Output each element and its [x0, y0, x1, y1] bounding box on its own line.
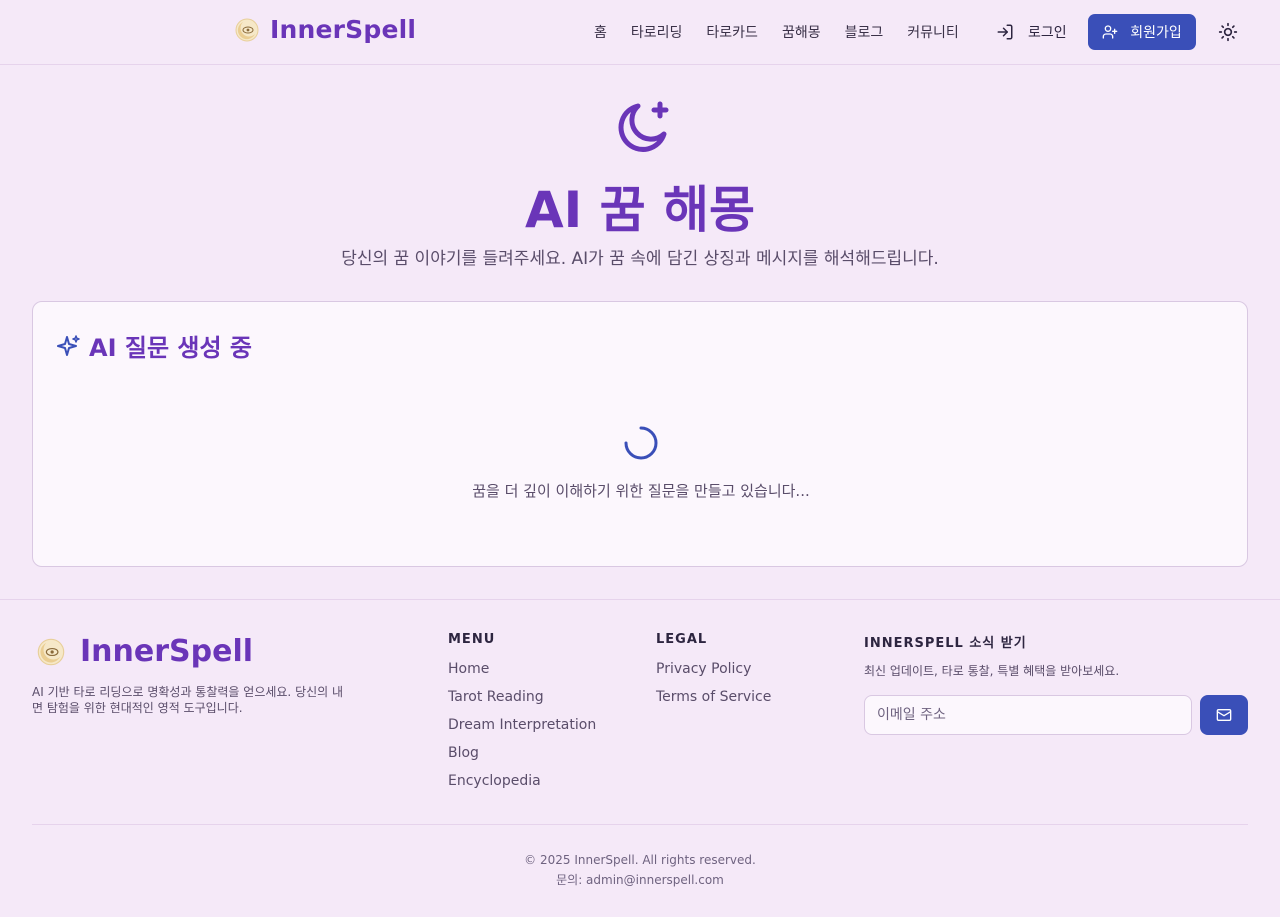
footer-legal: LEGAL Privacy Policy Terms of Service: [656, 632, 771, 715]
card-header: AI 질문 생성 중: [57, 328, 252, 363]
footer-link-home[interactable]: Home: [448, 659, 596, 687]
login-button[interactable]: 로그인: [996, 22, 1067, 42]
signup-label: 회원가입: [1130, 25, 1182, 41]
login-icon: [997, 24, 1013, 40]
footer-bottom-divider: [32, 824, 1248, 825]
brand-logo-icon: [235, 18, 259, 41]
newsletter: INNERSPELL 소식 받기 최신 업데이트, 타로 통찰, 특별 혜택을 …: [864, 632, 1248, 735]
page-subtitle: 당신의 꿈 이야기를 들려주세요. AI가 꿈 속에 담긴 상징과 메시지를 해…: [341, 249, 939, 269]
signup-button[interactable]: 회원가입: [1088, 14, 1196, 50]
main-nav: 홈 타로리딩 타로카드 꿈해몽 블로그 커뮤니티: [594, 22, 959, 42]
sun-icon[interactable]: [1218, 22, 1238, 42]
footer-link-encyclopedia[interactable]: Encyclopedia: [448, 771, 596, 799]
contact-email[interactable]: 문의: admin@innerspell.com: [0, 870, 1280, 890]
nav-item-tarot-cards[interactable]: 타로카드: [706, 22, 758, 42]
question-generation-card: AI 질문 생성 중 꿈을 더 깊이 이해하기 위한 질문을 만들고 있습니다.…: [32, 301, 1248, 567]
brand-name: InnerSpell: [270, 15, 417, 44]
footer-legal-heading: LEGAL: [656, 632, 708, 647]
sparkles-icon: [57, 334, 80, 356]
nav-item-community[interactable]: 커뮤니티: [907, 22, 959, 42]
footer-link-blog[interactable]: Blog: [448, 743, 596, 771]
footer-link-privacy[interactable]: Privacy Policy: [656, 659, 771, 687]
footer-menu: MENU Home Tarot Reading Dream Interpreta…: [448, 632, 596, 799]
mail-icon: [1216, 709, 1232, 721]
newsletter-text: 최신 업데이트, 타로 통찰, 특별 혜택을 받아보세요.: [864, 664, 1120, 678]
nav-item-tarot-reading[interactable]: 타로리딩: [631, 22, 683, 42]
copyright-text: © 2025 InnerSpell. All rights reserved.: [524, 853, 756, 867]
card-title: AI 질문 생성 중: [89, 334, 252, 362]
email-input[interactable]: [864, 695, 1192, 735]
footer-bottom: © 2025 InnerSpell. All rights reserved. …: [0, 850, 1280, 890]
nav-item-home[interactable]: 홈: [594, 22, 607, 42]
page-title: AI 꿈 해몽: [524, 181, 756, 239]
subscribe-button[interactable]: [1200, 695, 1248, 735]
login-label: 로그인: [1028, 25, 1067, 41]
footer-menu-heading: MENU: [448, 632, 496, 647]
nav-item-blog[interactable]: 블로그: [845, 22, 884, 42]
footer-brand-name: InnerSpell: [80, 634, 254, 669]
footer-link-terms[interactable]: Terms of Service: [656, 687, 771, 715]
brand-link[interactable]: InnerSpell: [234, 15, 416, 44]
footer-brand[interactable]: InnerSpell: [36, 634, 253, 669]
footer-divider: [0, 599, 1280, 600]
user-plus-icon: [1102, 25, 1118, 39]
moon-star-icon: [618, 101, 669, 152]
spinner-icon: [624, 426, 658, 460]
site-header: InnerSpell 홈 타로리딩 타로카드 꿈해몽 블로그 커뮤니티 로그인 …: [0, 0, 1280, 65]
newsletter-form: [864, 695, 1248, 735]
nav-item-dream[interactable]: 꿈해몽: [782, 22, 821, 42]
newsletter-heading: INNERSPELL 소식 받기: [864, 636, 1027, 651]
footer-description: AI 기반 타로 리딩으로 명확성과 통찰력을 얻으세요. 당신의 내면 탐험을…: [32, 685, 344, 715]
footer-link-tarot-reading[interactable]: Tarot Reading: [448, 687, 596, 715]
footer-link-dream[interactable]: Dream Interpretation: [448, 715, 596, 743]
loading-message: 꿈을 더 깊이 이해하기 위한 질문을 만들고 있습니다...: [472, 482, 810, 500]
brand-logo-icon: [37, 638, 65, 665]
